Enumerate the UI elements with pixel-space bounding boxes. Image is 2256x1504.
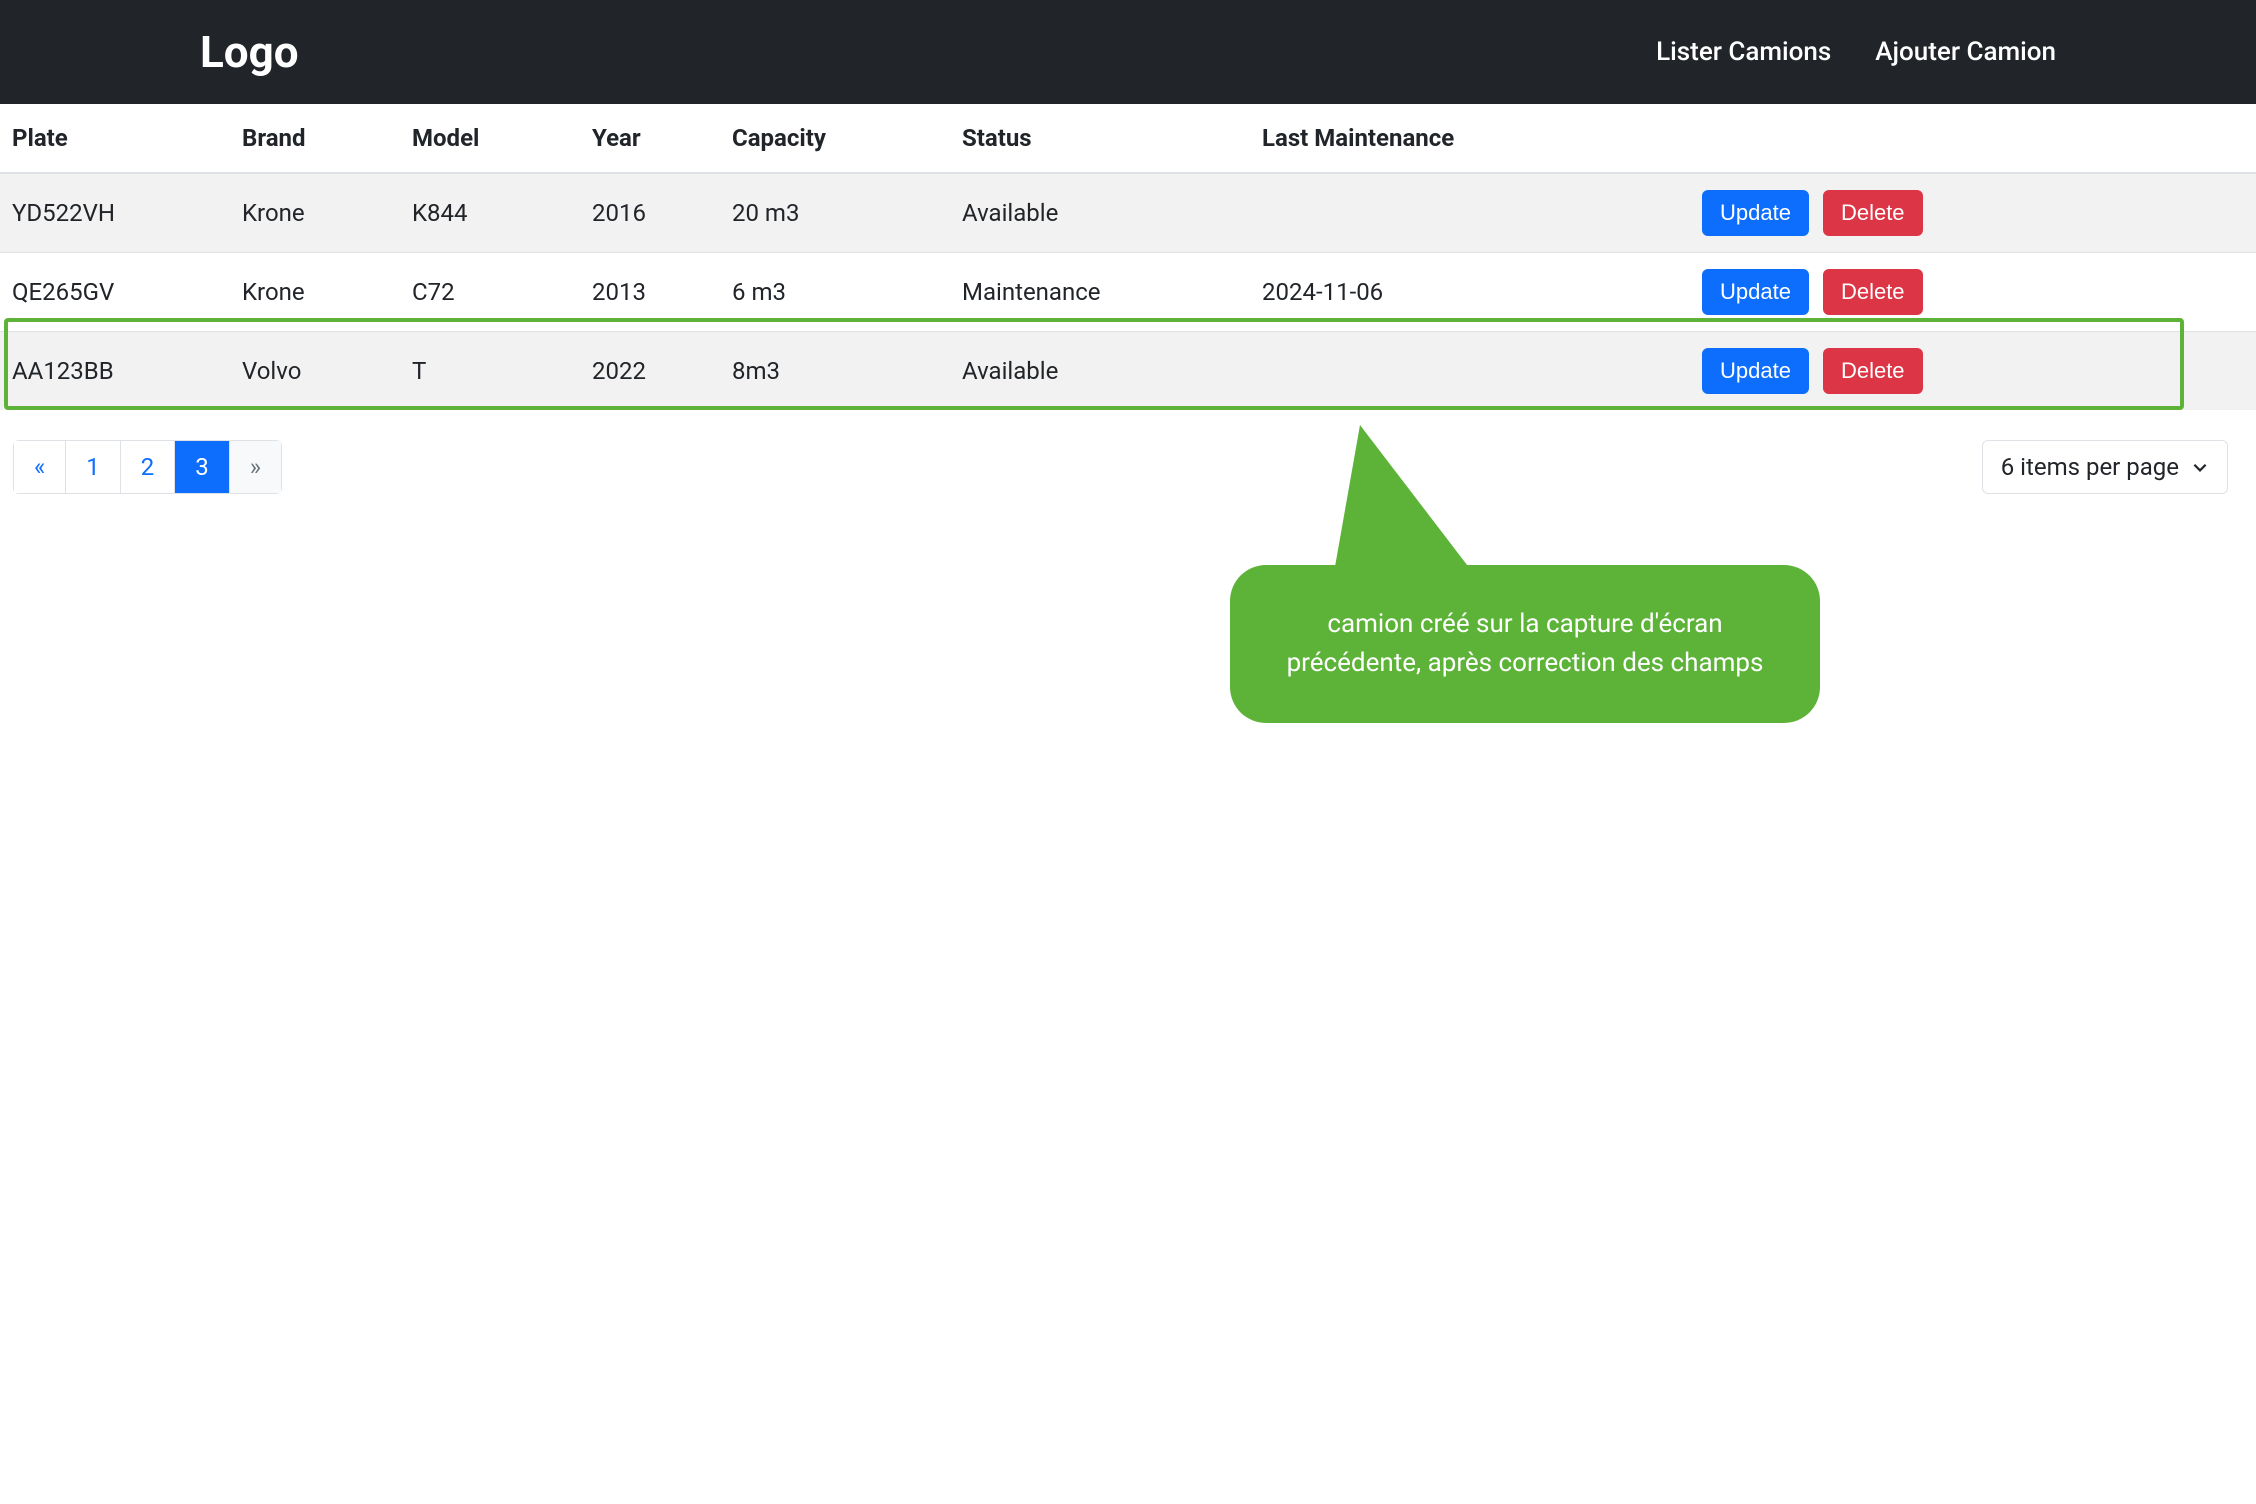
navbar: Logo Lister Camions Ajouter Camion bbox=[0, 0, 2256, 104]
page-3[interactable]: 3 bbox=[174, 440, 230, 494]
nav-link-ajouter-camion[interactable]: Ajouter Camion bbox=[1875, 37, 2056, 67]
nav-link-lister-camions[interactable]: Lister Camions bbox=[1656, 37, 1831, 67]
col-actions bbox=[1690, 104, 2256, 173]
cell-year: 2013 bbox=[580, 253, 720, 332]
col-status: Status bbox=[950, 104, 1250, 173]
brand-logo[interactable]: Logo bbox=[200, 26, 299, 78]
page-2[interactable]: 2 bbox=[120, 440, 176, 494]
page-2-link[interactable]: 2 bbox=[121, 441, 175, 493]
cell-status: Available bbox=[950, 173, 1250, 253]
table-row: YD522VHKroneK844201620 m3Available Update… bbox=[0, 173, 2256, 253]
cell-plate: AA123BB bbox=[0, 332, 230, 411]
cell-year: 2022 bbox=[580, 332, 720, 411]
col-year: Year bbox=[580, 104, 720, 173]
annotation-callout: camion créé sur la capture d'écran précé… bbox=[1230, 565, 1820, 723]
col-model: Model bbox=[400, 104, 580, 173]
cell-brand: Krone bbox=[230, 253, 400, 332]
update-button[interactable]: Update bbox=[1702, 269, 1809, 315]
cell-brand: Volvo bbox=[230, 332, 400, 411]
trucks-table: Plate Brand Model Year Capacity Status L… bbox=[0, 104, 2256, 410]
delete-button[interactable]: Delete bbox=[1823, 269, 1923, 315]
page-next-link: » bbox=[230, 441, 281, 493]
cell-actions: Update Delete bbox=[1690, 253, 2256, 332]
cell-year: 2016 bbox=[580, 173, 720, 253]
cell-status: Available bbox=[950, 332, 1250, 411]
col-plate: Plate bbox=[0, 104, 230, 173]
update-button[interactable]: Update bbox=[1702, 348, 1809, 394]
cell-model: T bbox=[400, 332, 580, 411]
table-header-row: Plate Brand Model Year Capacity Status L… bbox=[0, 104, 2256, 173]
page-1-link[interactable]: 1 bbox=[66, 441, 120, 493]
navbar-nav: Lister Camions Ajouter Camion bbox=[1656, 37, 2056, 67]
page-3-link[interactable]: 3 bbox=[175, 441, 229, 493]
cell-capacity: 8m3 bbox=[720, 332, 950, 411]
col-brand: Brand bbox=[230, 104, 400, 173]
page-next: » bbox=[229, 440, 282, 494]
delete-button[interactable]: Delete bbox=[1823, 190, 1923, 236]
items-per-page-select[interactable]: 6 items per page bbox=[1982, 440, 2228, 494]
pagination: « 1 2 3 » bbox=[14, 440, 282, 494]
cell-model: C72 bbox=[400, 253, 580, 332]
cell-last_maintenance bbox=[1250, 173, 1690, 253]
cell-model: K844 bbox=[400, 173, 580, 253]
annotation-callout-text: camion créé sur la capture d'écran précé… bbox=[1287, 609, 1764, 678]
cell-plate: YD522VH bbox=[0, 173, 230, 253]
cell-actions: Update Delete bbox=[1690, 173, 2256, 253]
items-per-page-label: 6 items per page bbox=[2001, 453, 2179, 481]
col-capacity: Capacity bbox=[720, 104, 950, 173]
cell-brand: Krone bbox=[230, 173, 400, 253]
page-prev[interactable]: « bbox=[13, 440, 66, 494]
delete-button[interactable]: Delete bbox=[1823, 348, 1923, 394]
chevron-down-icon bbox=[2191, 458, 2209, 476]
cell-plate: QE265GV bbox=[0, 253, 230, 332]
cell-last_maintenance: 2024-11-06 bbox=[1250, 253, 1690, 332]
cell-capacity: 20 m3 bbox=[720, 173, 950, 253]
col-last-maintenance: Last Maintenance bbox=[1250, 104, 1690, 173]
cell-capacity: 6 m3 bbox=[720, 253, 950, 332]
table-row: AA123BBVolvoT20228m3Available Update Delet… bbox=[0, 332, 2256, 411]
table-row: QE265GVKroneC7220136 m3Maintenance2024-1… bbox=[0, 253, 2256, 332]
page-prev-link[interactable]: « bbox=[14, 441, 65, 493]
cell-last_maintenance bbox=[1250, 332, 1690, 411]
page-1[interactable]: 1 bbox=[65, 440, 121, 494]
footer-controls: « 1 2 3 » 6 items per page bbox=[0, 410, 2256, 494]
cell-status: Maintenance bbox=[950, 253, 1250, 332]
update-button[interactable]: Update bbox=[1702, 190, 1809, 236]
cell-actions: Update Delete bbox=[1690, 332, 2256, 411]
